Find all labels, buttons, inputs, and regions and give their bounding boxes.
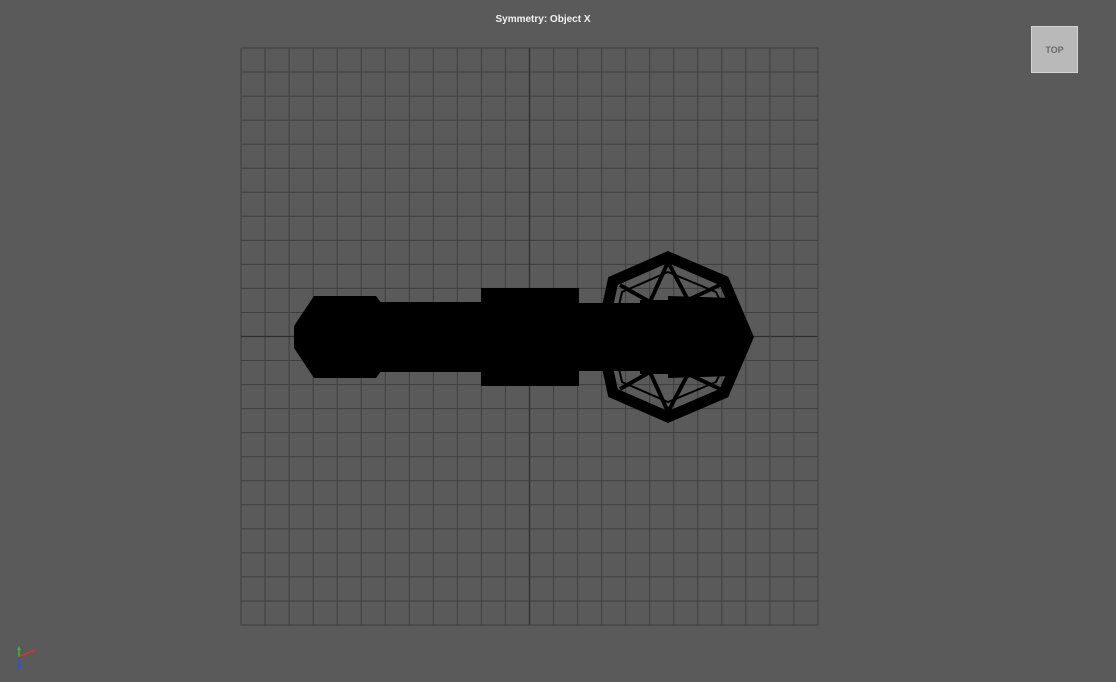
mesh-center-block[interactable]	[481, 288, 579, 386]
axis-z-arrow	[17, 666, 21, 670]
axis-gizmo-icon	[17, 646, 36, 670]
mesh-object[interactable]	[294, 251, 754, 423]
axis-x-line	[18, 650, 33, 658]
symmetry-status-label: Symmetry: Object X	[495, 14, 591, 25]
axis-y-arrow	[17, 646, 21, 650]
modeling-viewport[interactable]: Symmetry: Object X TOP	[0, 0, 1116, 682]
viewport-scene[interactable]	[0, 0, 1116, 682]
mesh-left-cap[interactable]	[294, 296, 382, 378]
axis-x-arrow	[32, 649, 36, 653]
mesh-shaft[interactable]	[376, 302, 486, 372]
view-cube[interactable]: TOP	[1031, 26, 1078, 73]
view-cube-face-label: TOP	[1045, 44, 1064, 55]
